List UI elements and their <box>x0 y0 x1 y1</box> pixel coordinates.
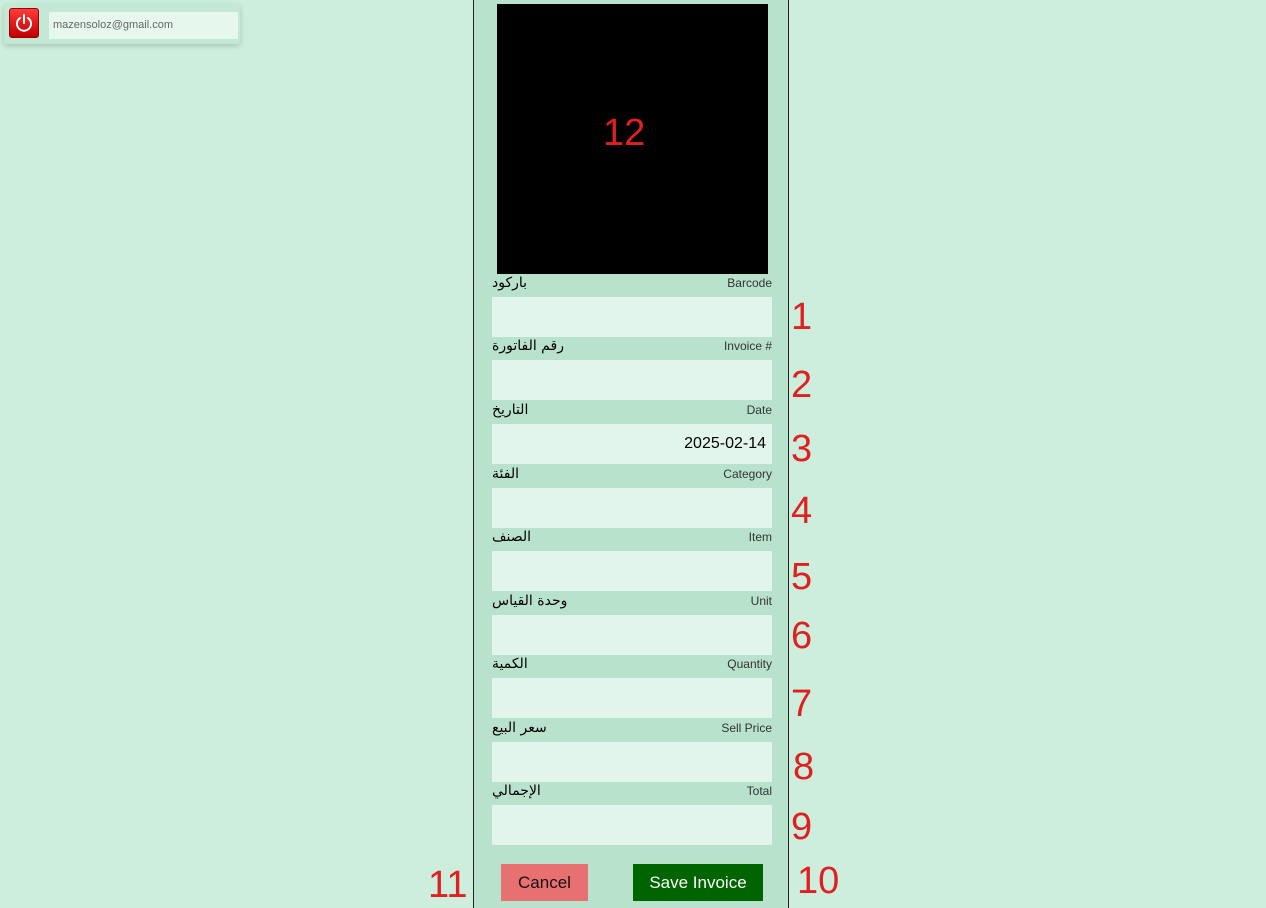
category-label-en: Category <box>723 467 772 481</box>
barcode-input[interactable] <box>492 297 772 337</box>
field-barcode: باركود Barcode <box>492 275 772 337</box>
save-invoice-button[interactable]: Save Invoice <box>633 864 763 901</box>
annotation-4: 4 <box>791 490 813 532</box>
annotation-10: 10 <box>797 860 840 902</box>
field-quantity: الكمية Quantity <box>492 656 772 718</box>
date-input[interactable] <box>492 424 772 464</box>
item-label-en: Item <box>748 530 772 544</box>
item-input[interactable] <box>492 551 772 591</box>
invoice-number-label-ar: رقم الفاتورة <box>492 338 564 354</box>
category-input[interactable] <box>492 488 772 528</box>
field-sell-price: سعر البيع Sell Price <box>492 720 772 782</box>
total-label-ar: الإجمالي <box>492 783 541 799</box>
total-input[interactable] <box>492 805 772 845</box>
cancel-button[interactable]: Cancel <box>501 864 588 901</box>
annotation-12: 12 <box>603 112 646 154</box>
annotation-3: 3 <box>791 428 813 470</box>
annotation-8: 8 <box>793 746 815 788</box>
user-email-field[interactable]: mazensoloz@gmail.com <box>49 12 238 39</box>
date-label-en: Date <box>746 403 772 417</box>
unit-input[interactable] <box>492 615 772 655</box>
barcode-label-ar: باركود <box>492 275 528 291</box>
page: mazensoloz@gmail.com باركود Barcode رقم … <box>0 0 1266 908</box>
item-label-ar: الصنف <box>492 529 532 545</box>
user-widget: mazensoloz@gmail.com <box>4 4 240 44</box>
sell-price-label-en: Sell Price <box>721 721 772 735</box>
annotation-6: 6 <box>791 615 813 657</box>
field-total: الإجمالي Total <box>492 783 772 845</box>
field-invoice-number: رقم الفاتورة Invoice # <box>492 338 772 400</box>
annotation-2: 2 <box>791 364 813 406</box>
field-date: التاريخ Date <box>492 402 772 464</box>
unit-label-en: Unit <box>750 594 772 608</box>
category-label-ar: الفئة <box>492 466 519 482</box>
unit-label-ar: وحدة القياس <box>492 593 568 609</box>
logout-button[interactable] <box>9 8 39 38</box>
quantity-label-ar: الكمية <box>492 656 528 672</box>
sell-price-input[interactable] <box>492 742 772 782</box>
annotation-1: 1 <box>791 296 813 338</box>
invoice-number-input[interactable] <box>492 360 772 400</box>
field-category: الفئة Category <box>492 466 772 528</box>
annotation-11: 11 <box>428 864 468 906</box>
invoice-number-label-en: Invoice # <box>723 339 772 353</box>
sell-price-label-ar: سعر البيع <box>492 720 547 736</box>
barcode-label-en: Barcode <box>727 276 772 290</box>
power-icon <box>16 14 32 32</box>
field-unit: وحدة القياس Unit <box>492 593 772 655</box>
annotation-5: 5 <box>791 556 813 598</box>
annotation-7: 7 <box>791 683 813 725</box>
annotation-9: 9 <box>791 806 813 848</box>
date-label-ar: التاريخ <box>492 402 529 418</box>
total-label-en: Total <box>746 784 772 798</box>
quantity-input[interactable] <box>492 678 772 718</box>
field-item: الصنف Item <box>492 529 772 591</box>
quantity-label-en: Quantity <box>727 657 772 671</box>
